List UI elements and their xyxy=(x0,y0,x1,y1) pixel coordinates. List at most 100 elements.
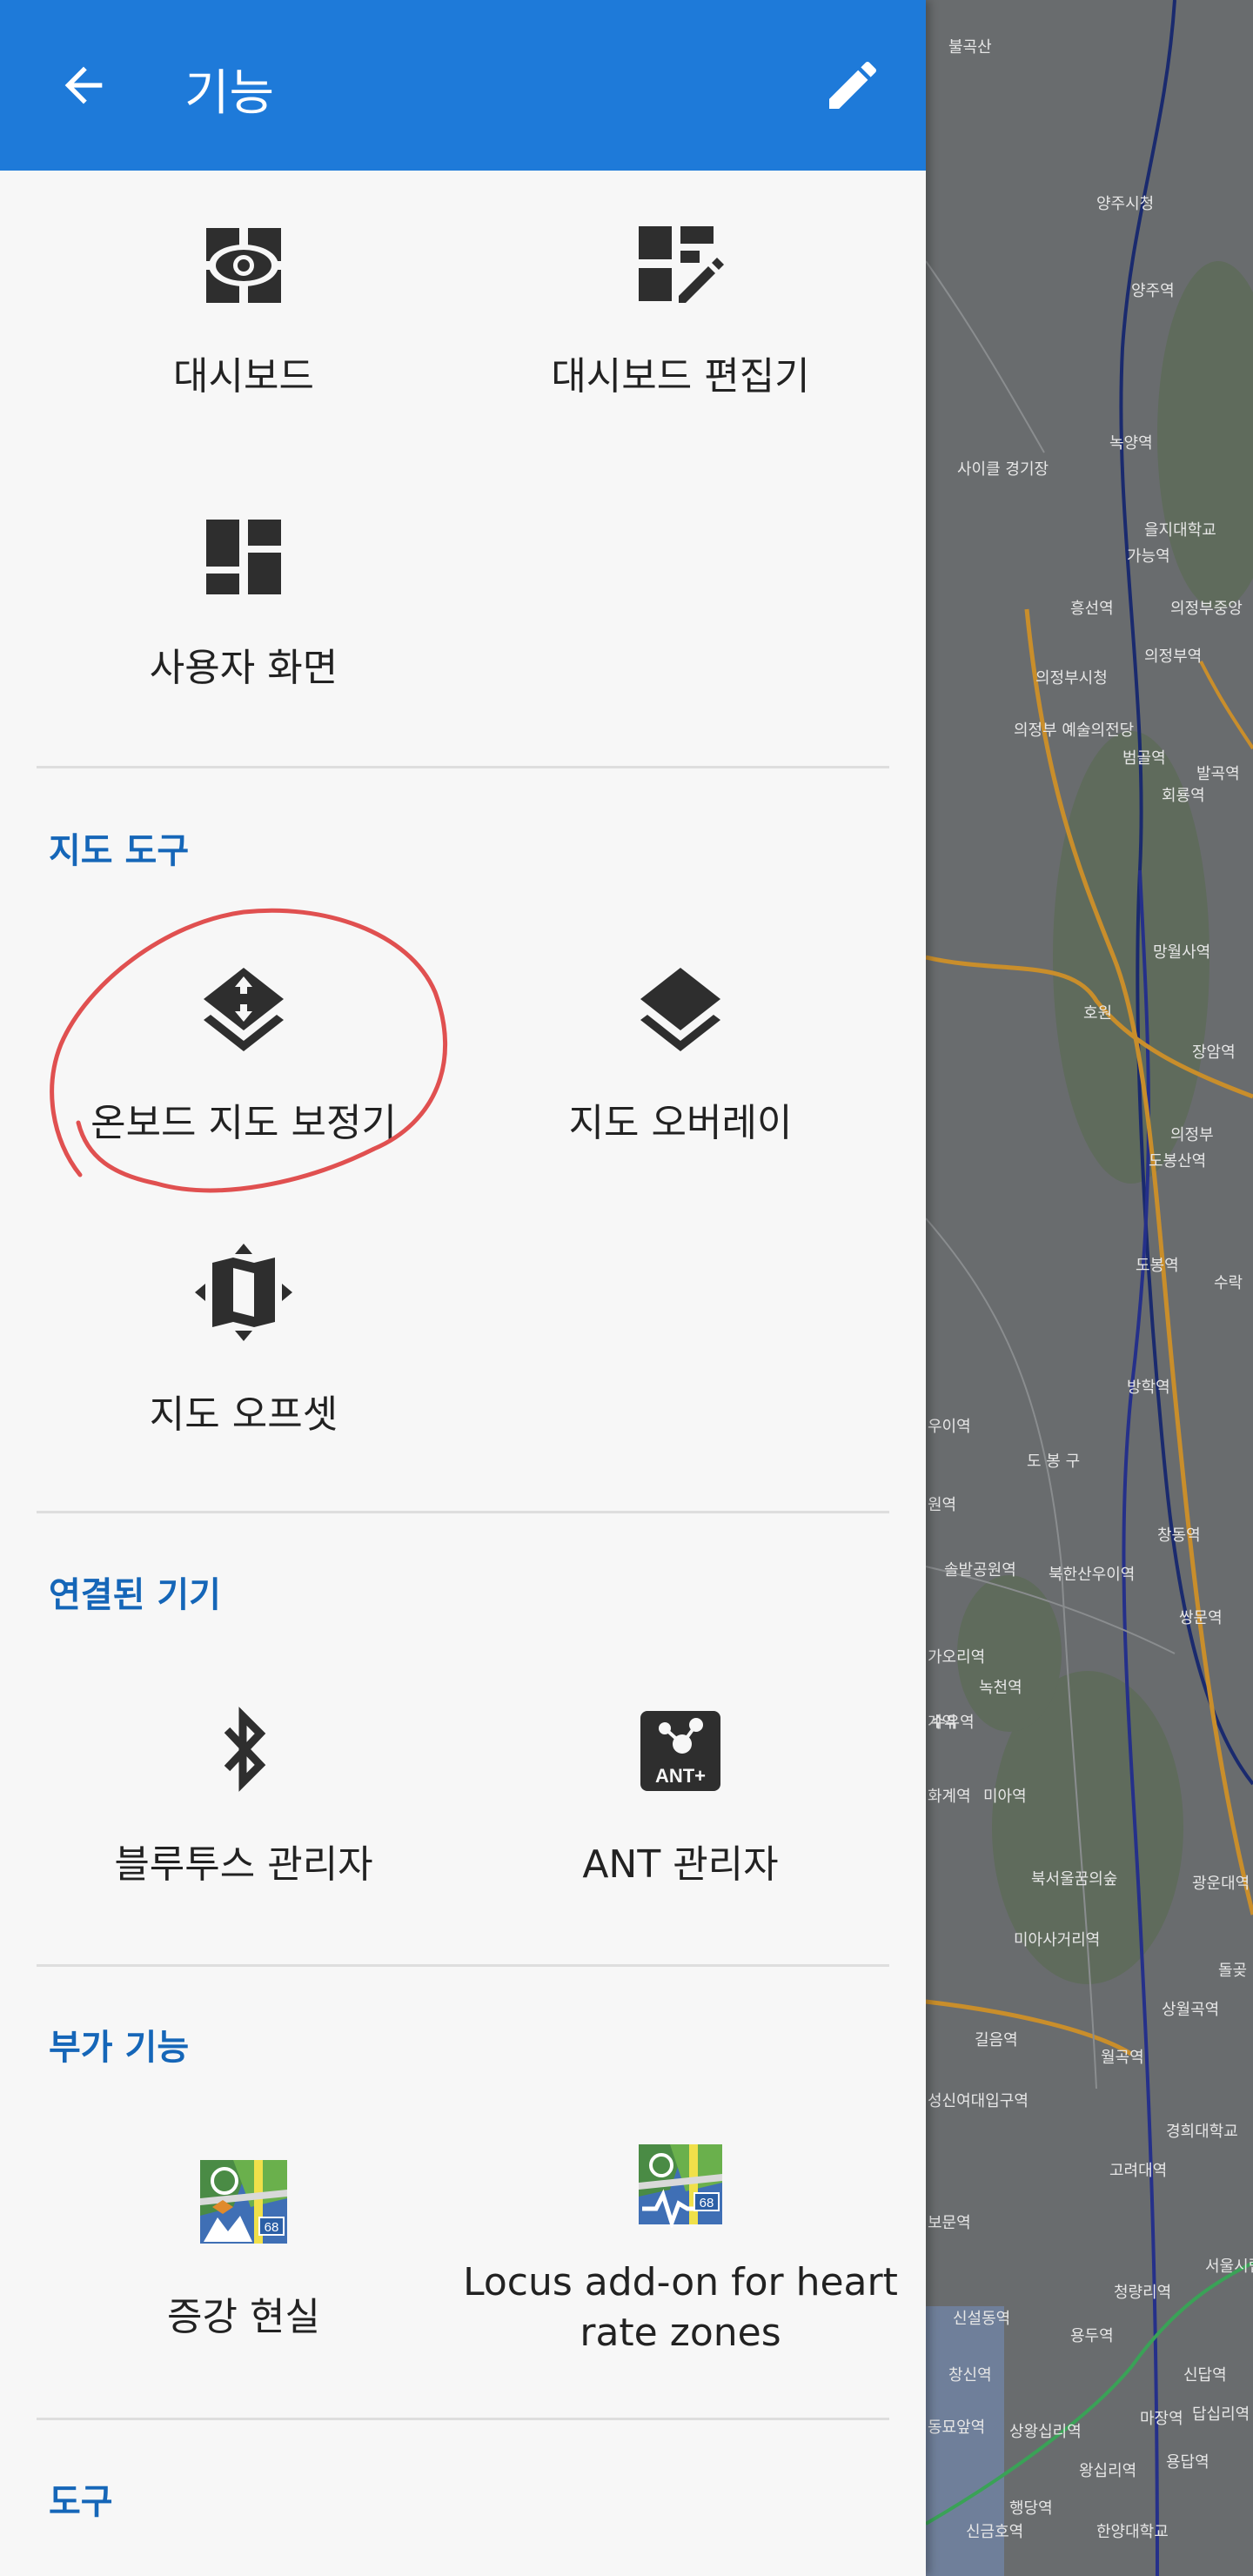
tile-label: 블루투스 관리자 xyxy=(114,1842,373,1887)
map-place-label: 행당역 xyxy=(1009,2499,1053,2518)
map-place-label: 흥선역 xyxy=(1070,600,1114,618)
map-place-label: 계역 xyxy=(928,1714,957,1732)
app-bar: 기능 xyxy=(0,0,926,171)
map-place-label: 성신여대입구역 xyxy=(928,2092,1029,2110)
map-place-label: 망월사역 xyxy=(1153,943,1211,962)
map-place-label: 회룡역 xyxy=(1162,787,1205,805)
map-place-label: 원역 xyxy=(928,1496,957,1514)
map-place-label: 동묘앞역 xyxy=(928,2418,986,2437)
map-place-label: 미아사거리역 xyxy=(1014,1931,1101,1949)
map-place-label: 의정부 xyxy=(1170,1126,1214,1144)
map-place-label: 의정부역 xyxy=(1144,647,1203,666)
map-place-label: 가오리역 xyxy=(928,1648,986,1667)
map-place-label: 용두역 xyxy=(1070,2327,1114,2345)
map-place-label: 답십리역 xyxy=(1192,2405,1250,2424)
dashboard-eye-icon xyxy=(206,228,281,303)
map-place-label: 신금호역 xyxy=(966,2523,1024,2541)
section-title-map-tools: 지도 도구 xyxy=(49,831,190,871)
tile-custom-screen[interactable]: 사용자 화면 xyxy=(26,474,461,735)
tile-label: 증강 현실 xyxy=(167,2295,320,2339)
ant-badge-text: ANT+ xyxy=(655,1765,706,1787)
augmented-reality-addon-icon: 68 xyxy=(200,2160,287,2244)
addon-badge-text: 68 xyxy=(700,2196,714,2210)
map-place-label: 도봉역 xyxy=(1136,1257,1179,1275)
tile-dashboard-editor[interactable]: 대시보드 편집기 xyxy=(463,183,898,444)
map-place-label: 양주시청 xyxy=(1096,195,1155,213)
layers-calibrate-icon xyxy=(204,968,284,1051)
map-place-label: 광운대역 xyxy=(1192,1875,1250,1893)
map-place-label: 경희대학교 xyxy=(1166,2123,1238,2141)
map-place-label: 불곡산 xyxy=(948,38,992,57)
map-place-label: 의정부시청 xyxy=(1035,669,1108,688)
map-place-label: 상왕십리역 xyxy=(1009,2423,1082,2441)
map-place-label: 수락 xyxy=(1214,1274,1243,1292)
section-title-tools: 도구 xyxy=(49,2482,113,2522)
tile-label: ANT 관리자 xyxy=(582,1842,779,1887)
map-place-label: 사이클 경기장 xyxy=(957,460,1049,479)
map-place-label: 녹천역 xyxy=(979,1679,1022,1697)
tile-label: 온보드 지도 보정기 xyxy=(90,1101,397,1145)
map-place-label: 용답역 xyxy=(1166,2453,1209,2472)
arrow-back-icon xyxy=(64,66,103,104)
ant-plus-icon: ANT+ xyxy=(640,1711,720,1791)
map-place-label: 서울시립대학 xyxy=(1205,2257,1253,2276)
bluetooth-icon xyxy=(224,1707,266,1792)
map-place-label: 돌곶 xyxy=(1218,1962,1248,1980)
map-offset-icon xyxy=(195,1244,292,1341)
tile-augmented-reality[interactable]: 68 증강 현실 xyxy=(26,2123,461,2385)
dashboard-editor-icon xyxy=(639,226,724,303)
map-place-label: 도봉산역 xyxy=(1149,1152,1207,1171)
tile-bluetooth-manager[interactable]: 블루투스 관리자 xyxy=(26,1671,461,1932)
edit-button[interactable] xyxy=(818,50,888,120)
map-place-label: 발곡역 xyxy=(1196,765,1240,783)
back-button[interactable] xyxy=(49,50,118,120)
map-place-label: 을지대학교 xyxy=(1144,521,1216,540)
map-place-label: 녹양역 xyxy=(1109,434,1153,453)
divider xyxy=(37,1964,889,1967)
map-place-label: 범골역 xyxy=(1122,749,1166,768)
map-place-label: 마장역 xyxy=(1140,2410,1183,2428)
divider xyxy=(37,766,889,768)
map-place-label: 방학역 xyxy=(1127,1379,1170,1397)
map-place-label: 미아역 xyxy=(983,1788,1027,1806)
map-place-label: 호원 xyxy=(1083,1004,1113,1023)
tile-dashboard[interactable]: 대시보드 xyxy=(26,183,461,444)
map-place-label: 솔밭공원역 xyxy=(944,1561,1016,1580)
map-place-label: 왕십리역 xyxy=(1079,2462,1137,2480)
map-place-label: 신답역 xyxy=(1183,2366,1227,2385)
map-place-label: 장암역 xyxy=(1192,1043,1236,1062)
map-place-label: 우이역 xyxy=(928,1418,971,1436)
map-place-label: 북한산우이역 xyxy=(1049,1566,1136,1584)
tile-label: 대시보드 편집기 xyxy=(551,354,810,399)
svg-text:68: 68 xyxy=(265,2220,279,2235)
map-place-label: 보문역 xyxy=(928,2214,971,2232)
section-title-connected-devices: 연결된 기기 xyxy=(49,1575,221,1615)
map-place-label: 창신역 xyxy=(948,2366,992,2385)
tile-label: Locus add-on for heart rate zones xyxy=(463,2260,898,2355)
tile-heart-rate-addon[interactable]: 68 Locus add-on for heart rate zones xyxy=(463,2123,898,2385)
map-place-label: 양주역 xyxy=(1131,282,1175,300)
tile-label: 대시보드 xyxy=(173,354,314,399)
tile-map-overlay[interactable]: 지도 오버레이 xyxy=(463,929,898,1191)
tile-onboard-map-calibrator[interactable]: 온보드 지도 보정기 xyxy=(26,929,461,1191)
heart-rate-addon-icon: 68 xyxy=(639,2144,722,2228)
map-place-label: 북서울꿈의숲 xyxy=(1031,1870,1118,1888)
map-place-label: 고려대역 xyxy=(1109,2162,1168,2180)
map-place-label: 가능역 xyxy=(1127,547,1170,566)
tile-map-offset[interactable]: 지도 오프셋 xyxy=(26,1221,461,1482)
tile-label: 사용자 화면 xyxy=(149,646,338,690)
divider xyxy=(37,2418,889,2420)
pencil-edit-icon xyxy=(829,61,877,109)
page-title: 기능 xyxy=(184,65,275,122)
divider xyxy=(37,1511,889,1513)
map-place-label: 신설동역 xyxy=(953,2310,1011,2328)
map-place-label: 창동역 xyxy=(1157,1526,1201,1545)
layers-icon xyxy=(640,968,720,1051)
map-place-label: 도 봉 구 xyxy=(1027,1452,1081,1471)
map-place-label: 청량리역 xyxy=(1114,2284,1172,2302)
map-place-label: 의정부 예술의전당 xyxy=(1014,721,1135,740)
tile-label: 지도 오버레이 xyxy=(568,1101,793,1145)
tile-ant-manager[interactable]: ANT+ ANT 관리자 xyxy=(463,1671,898,1932)
map-place-label: 월곡역 xyxy=(1101,2049,1144,2067)
map-place-label: 의정부중앙 xyxy=(1170,600,1243,618)
